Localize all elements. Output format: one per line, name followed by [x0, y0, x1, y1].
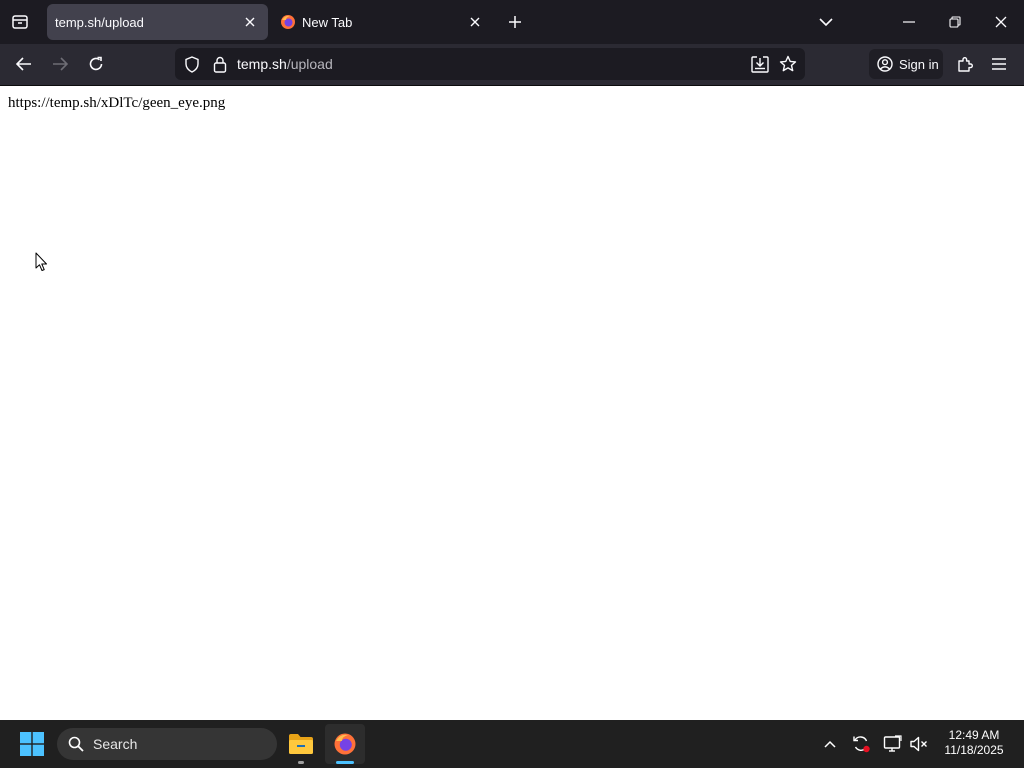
clock-time: 12:49 AM	[948, 728, 1000, 742]
download-icon[interactable]	[750, 54, 770, 74]
menu-icon[interactable]	[986, 50, 1012, 78]
new-tab-icon[interactable]	[503, 10, 527, 34]
file-explorer-icon[interactable]	[283, 726, 319, 762]
url-text[interactable]: temp.sh/upload	[237, 56, 333, 72]
url-bar[interactable]: temp.sh/upload	[175, 48, 805, 80]
extensions-icon[interactable]	[952, 50, 978, 78]
sync-icon[interactable]	[849, 732, 873, 756]
close-icon[interactable]	[240, 12, 260, 32]
close-icon[interactable]	[465, 12, 485, 32]
reload-icon[interactable]	[82, 50, 110, 78]
firefox-taskbar-icon[interactable]	[325, 724, 365, 764]
shield-icon[interactable]	[183, 55, 201, 73]
uploaded-file-url: https://temp.sh/xDlTc/geen_eye.png	[8, 95, 226, 111]
sign-in-label: Sign in	[899, 56, 939, 72]
windows-start-icon[interactable]	[16, 730, 48, 758]
tab-temp-sh-upload[interactable]: temp.sh/upload	[47, 4, 268, 40]
firefox-icon	[280, 14, 296, 30]
clock-date: 11/18/2025	[944, 743, 1004, 757]
account-icon	[877, 56, 893, 72]
windows-taskbar: Search 12:49 AM 11/18/2025	[0, 720, 1024, 768]
search-icon	[68, 736, 84, 752]
minimize-icon[interactable]	[886, 8, 932, 36]
forward-icon[interactable]	[46, 50, 74, 78]
restore-icon[interactable]	[932, 8, 978, 36]
chevron-down-icon[interactable]	[814, 10, 838, 34]
system-clock[interactable]: 12:49 AM 11/18/2025	[936, 728, 1012, 758]
running-indicator	[298, 761, 304, 764]
tab-title: temp.sh/upload	[55, 14, 144, 30]
taskbar-search[interactable]: Search	[57, 728, 277, 760]
display-icon[interactable]	[881, 732, 905, 756]
volume-muted-icon[interactable]	[907, 732, 931, 756]
tab-strip: temp.sh/upload New Tab	[0, 0, 1024, 44]
url-host: temp.sh	[237, 56, 287, 72]
sign-in-button[interactable]: Sign in	[869, 49, 943, 79]
lock-icon[interactable]	[211, 55, 229, 73]
url-path: /upload	[286, 56, 333, 72]
window-close-icon[interactable]	[978, 8, 1024, 36]
back-icon[interactable]	[10, 50, 38, 78]
star-icon[interactable]	[778, 54, 798, 74]
tab-new-tab[interactable]: New Tab	[272, 4, 493, 40]
search-label: Search	[93, 736, 138, 752]
page-content: https://temp.sh/xDlTc/geen_eye.png	[0, 86, 1024, 720]
active-indicator	[336, 761, 354, 764]
tab-list-icon[interactable]	[8, 10, 32, 34]
chevron-up-icon[interactable]	[818, 732, 842, 756]
navigation-toolbar: temp.sh/upload Sign in	[0, 44, 1024, 85]
tab-title: New Tab	[302, 14, 353, 30]
mouse-cursor-icon	[35, 252, 48, 277]
